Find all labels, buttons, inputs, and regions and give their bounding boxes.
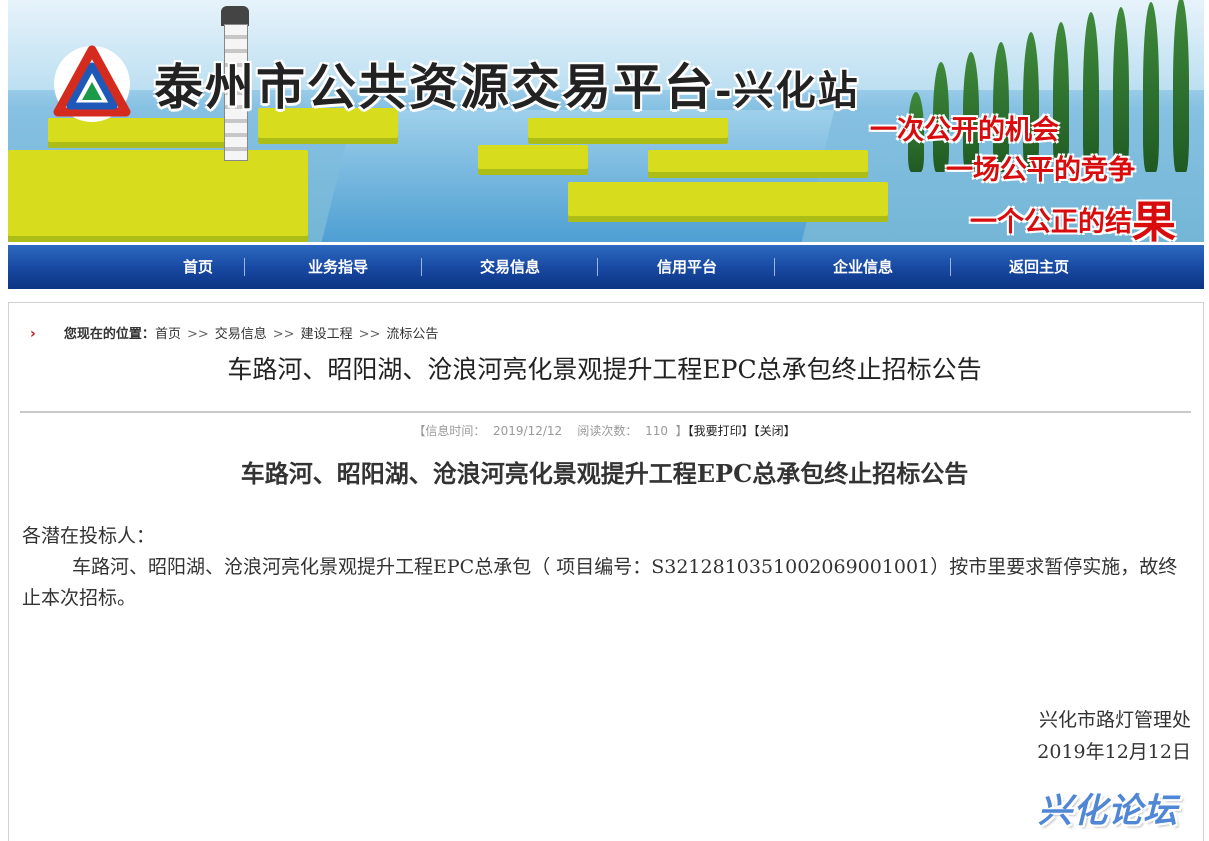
title-divider xyxy=(20,411,1191,413)
nav-item-home[interactable]: 首页 xyxy=(158,245,238,289)
meta-reads-label: 阅读次数： xyxy=(577,424,638,438)
print-button[interactable]: 【我要打印】 xyxy=(688,424,754,438)
banner-tower-roof xyxy=(221,6,249,26)
breadcrumb-failed-bid[interactable]: 流标公告 xyxy=(386,327,438,342)
nav-divider xyxy=(244,258,245,276)
chevron-right-icon: › xyxy=(30,326,36,342)
nav-item-trade-info[interactable]: 交易信息 xyxy=(455,245,565,289)
banner-tree xyxy=(1173,0,1189,172)
breadcrumb-separator: >> xyxy=(358,327,381,342)
breadcrumb-separator: >> xyxy=(272,327,295,342)
slogan-line-1: 一次公开的机会 xyxy=(870,115,1059,146)
article-body: 各潜在投标人： 车路河、昭阳湖、沧浪河亮化景观提升工程EPC总承包（ 项目编号：… xyxy=(22,521,1192,614)
nav-item-back-home[interactable]: 返回主页 xyxy=(984,245,1094,289)
banner-field xyxy=(648,150,868,178)
meta-reads-count: 110 xyxy=(645,424,668,438)
nav-divider xyxy=(950,258,951,276)
breadcrumb-label: 您现在的位置： xyxy=(63,327,155,342)
close-button[interactable]: 【关闭】 xyxy=(754,424,796,438)
site-title: 泰州市公共资源交易平台-兴化站 xyxy=(154,58,860,116)
signature-org: 兴化市路灯管理处 xyxy=(1038,709,1191,731)
slogan-line-3: 一个公正的结果 xyxy=(970,186,1176,242)
breadcrumb-home[interactable]: 首页 xyxy=(155,327,181,342)
meta-prefix: 【信息时间： xyxy=(413,424,486,438)
nav-item-business-guide[interactable]: 业务指导 xyxy=(283,245,393,289)
article-paragraph: 车路河、昭阳湖、沧浪河亮化景观提升工程EPC总承包（ 项目编号：S3212810… xyxy=(22,556,1178,609)
breadcrumb-trade-info[interactable]: 交易信息 xyxy=(215,327,267,342)
banner-tree xyxy=(1143,2,1159,172)
nav-item-enterprise-info[interactable]: 企业信息 xyxy=(808,245,918,289)
nav-divider xyxy=(597,258,598,276)
slogan-big-char: 果 xyxy=(1132,197,1176,242)
breadcrumb-separator: >> xyxy=(186,327,209,342)
forum-watermark-logo: 兴化论坛 xyxy=(1038,791,1178,831)
nav-divider xyxy=(774,258,775,276)
breadcrumb-construction[interactable]: 建设工程 xyxy=(301,327,353,342)
banner-field xyxy=(568,182,888,222)
site-title-suffix: -兴化站 xyxy=(715,67,860,114)
signature-date: 2019年12月12日 xyxy=(1037,741,1191,763)
page-title: 车路河、昭阳湖、沧浪河亮化景观提升工程EPC总承包终止招标公告 xyxy=(227,355,982,384)
article-meta: 【信息时间： 2019/12/12 阅读次数： 110 】【我要打印】【关闭】 xyxy=(0,422,1209,439)
banner-field xyxy=(528,118,728,144)
triangle-logo-icon[interactable] xyxy=(52,44,132,124)
article-salutation: 各潜在投标人： xyxy=(22,525,156,547)
main-nav: 首页 业务指导 交易信息 信用平台 企业信息 返回主页 xyxy=(8,245,1204,289)
meta-date: 2019/12/12 xyxy=(492,424,563,438)
banner-field xyxy=(8,150,308,242)
nav-divider xyxy=(421,258,422,276)
banner-field xyxy=(478,145,588,175)
nav-item-credit-platform[interactable]: 信用平台 xyxy=(632,245,742,289)
header-banner: 泰州市公共资源交易平台-兴化站 一次公开的机会 一场公平的竞争 一个公正的结果 xyxy=(8,0,1204,242)
meta-suffix: 】 xyxy=(675,424,688,438)
slogan-line-2: 一场公平的竞争 xyxy=(946,155,1135,186)
article-title: 车路河、昭阳湖、沧浪河亮化景观提升工程EPC总承包终止招标公告 xyxy=(240,459,969,488)
breadcrumb: › 您现在的位置：首页 >> 交易信息 >> 建设工程 >> 流标公告 xyxy=(30,323,438,342)
